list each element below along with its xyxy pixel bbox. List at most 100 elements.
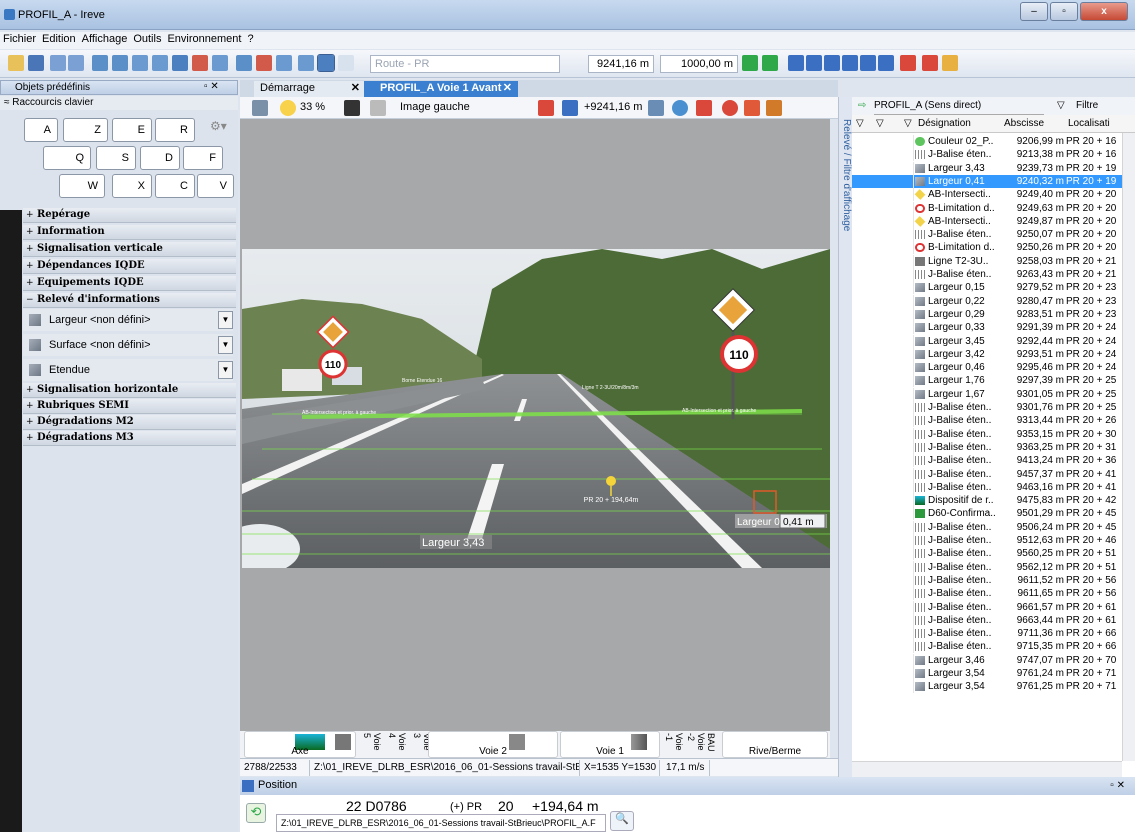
section-1[interactable]: Information <box>23 225 236 240</box>
filter-col-icon-2[interactable]: ▽ <box>876 115 884 132</box>
table-row[interactable]: Largeur 0,46 9295,46 m PR 20 + 24 <box>852 361 1135 375</box>
tool-icon-6[interactable] <box>192 55 208 71</box>
table-row[interactable]: Largeur 0,29 9283,51 m PR 20 + 23 <box>852 307 1135 321</box>
lane-voie5[interactable]: Voie 5 <box>362 733 382 758</box>
redo-icon[interactable] <box>68 55 84 71</box>
tool-icon-1[interactable] <box>92 55 108 71</box>
vertical-scrollbar[interactable] <box>1122 133 1135 761</box>
panel-pin-close[interactable]: ▫ ✕ <box>204 81 219 92</box>
filter-strip[interactable]: Relevé / Filtre d'affichage <box>838 97 852 777</box>
releve-item-0[interactable]: Largeur <non défini> ▼ <box>23 309 233 331</box>
angle-icon[interactable] <box>766 100 782 116</box>
key-x[interactable]: X <box>112 174 152 198</box>
lane-voie1[interactable]: Voie 1 <box>560 731 660 758</box>
maximize-button[interactable]: ▫ <box>1050 2 1078 21</box>
contrast-icon[interactable] <box>344 100 360 116</box>
table-row[interactable]: B-Limitation d.. 9250,26 m PR 20 + 20 <box>852 241 1135 255</box>
section-3[interactable]: Dépendances IQDE <box>23 259 236 274</box>
table-row[interactable]: J-Balise éten.. 9301,76 m PR 20 + 25 <box>852 401 1135 414</box>
menu-environnement[interactable]: Environnement <box>164 32 244 46</box>
filter-col-icon[interactable]: ▽ <box>856 115 864 132</box>
table-row[interactable]: J-Balise éten.. 9611,65 m PR 20 + 56 <box>852 587 1135 601</box>
next-icon[interactable] <box>842 55 858 71</box>
lane-voie-m2[interactable]: Voie -2 <box>686 733 706 758</box>
section-bottom-2[interactable]: Dégradations M2 <box>23 415 236 430</box>
table-row[interactable]: J-Balise éten.. 9213,38 m PR 20 + 16 <box>852 148 1135 162</box>
shortcuts-header[interactable]: ≈ Raccourcis clavier <box>0 96 238 110</box>
key-v[interactable]: V <box>197 174 234 198</box>
tool-icon-5[interactable] <box>172 55 188 71</box>
distance-field[interactable]: 9241,16 m <box>588 55 654 73</box>
profile-select[interactable]: PROFIL_A (Sens direct) <box>874 97 1044 115</box>
table-row[interactable]: Largeur 1,76 9297,39 m PR 20 + 25 <box>852 374 1135 388</box>
table-row[interactable]: Largeur 0,41 9240,32 m PR 20 + 19 <box>852 174 1135 189</box>
menu-edition[interactable]: Edition <box>39 32 79 46</box>
col-designation[interactable]: Désignation <box>918 115 971 132</box>
record-icon[interactable] <box>722 100 738 116</box>
releve-item-1[interactable]: Surface <non défini> ▼ <box>23 334 233 356</box>
zoom-level[interactable]: 33 % <box>300 101 325 113</box>
road-photo[interactable]: 110 110 Borne Etendue 16 Ligne T 2-3U/20… <box>242 249 830 568</box>
section-bottom-0[interactable]: Signalisation horizontale <box>23 383 236 398</box>
table-row[interactable]: J-Balise éten.. 9263,43 m PR 20 + 21 <box>852 268 1135 281</box>
table-row[interactable]: J-Balise éten.. 9457,37 m PR 20 + 41 <box>852 467 1135 481</box>
menu-help[interactable]: ? <box>244 32 256 46</box>
section-4[interactable]: Equipements IQDE <box>23 276 236 291</box>
tab-profil-a[interactable]: PROFIL_A Voie 1 Avant ✕ <box>364 81 518 97</box>
chevron-down-icon[interactable]: ▼ <box>218 361 233 379</box>
lane-axe[interactable]: Axe <box>244 731 356 758</box>
key-a[interactable]: A <box>24 118 58 142</box>
table-row[interactable]: J-Balise éten.. 9250,07 m PR 20 + 20 <box>852 228 1135 242</box>
menu-outils[interactable]: Outils <box>130 32 164 46</box>
table-row[interactable]: J-Balise éten.. 9512,63 m PR 20 + 46 <box>852 534 1135 547</box>
layout-icon[interactable] <box>252 100 268 116</box>
table-row[interactable]: Largeur 1,67 9301,05 m PR 20 + 25 <box>852 387 1135 401</box>
chevron-down-icon[interactable]: ▼ <box>218 311 233 329</box>
table-row[interactable]: Largeur 3,46 9747,07 m PR 20 + 70 <box>852 653 1135 667</box>
table-row[interactable]: J-Balise éten.. 9313,44 m PR 20 + 26 <box>852 414 1135 428</box>
tool-icon-12[interactable] <box>317 54 335 72</box>
table-row[interactable]: Largeur 3,54 9761,24 m PR 20 + 71 <box>852 667 1135 680</box>
measure-icon[interactable] <box>562 100 578 116</box>
pr-marker[interactable] <box>606 476 616 486</box>
lane-voie4[interactable]: Voie 4 <box>387 733 407 758</box>
close-button[interactable]: x <box>1080 2 1128 21</box>
table-row[interactable]: J-Balise éten.. 9413,24 m PR 20 + 36 <box>852 454 1135 468</box>
col-abscisse[interactable]: Abscisse <box>1004 115 1044 132</box>
save-icon[interactable] <box>28 55 44 71</box>
tool-icon-10[interactable] <box>276 55 292 71</box>
open-icon[interactable] <box>8 55 24 71</box>
gear-icon[interactable]: ⚙▾ <box>210 119 230 137</box>
table-row[interactable]: Largeur 3,45 9292,44 m PR 20 + 24 <box>852 334 1135 348</box>
tool-a-icon[interactable] <box>648 100 664 116</box>
horizontal-scrollbar[interactable] <box>852 761 1122 777</box>
table-row[interactable]: J-Balise éten.. 9463,16 m PR 20 + 41 <box>852 480 1135 494</box>
image-select-icon[interactable] <box>370 100 386 116</box>
tool-icon-11[interactable] <box>298 55 314 71</box>
globe-icon[interactable] <box>672 100 688 116</box>
tool-icon-8[interactable] <box>236 55 252 71</box>
filter-icon[interactable]: ▽ <box>1057 97 1065 114</box>
table-row[interactable]: B-Limitation d.. 9249,63 m PR 20 + 20 <box>852 201 1135 215</box>
first-icon[interactable] <box>788 55 804 71</box>
draw-icon[interactable] <box>744 100 760 116</box>
table-row[interactable]: J-Balise éten.. 9661,57 m PR 20 + 61 <box>852 600 1135 614</box>
minimize-button[interactable]: – <box>1020 2 1048 21</box>
prev-fast-icon[interactable] <box>806 55 822 71</box>
table-row[interactable]: Couleur 02_P.. 9206,99 m PR 20 + 16 <box>852 135 1135 148</box>
table-row[interactable]: Largeur 3,42 9293,51 m PR 20 + 24 <box>852 347 1135 361</box>
key-c[interactable]: C <box>155 174 195 198</box>
filter-col-icon-3[interactable]: ▽ <box>904 115 912 132</box>
section-0[interactable]: Repérage <box>23 208 236 223</box>
section-5[interactable]: Relevé d'informations <box>23 293 236 308</box>
section-bottom-3[interactable]: Dégradations M3 <box>23 431 236 446</box>
record-back-icon[interactable] <box>900 55 916 71</box>
key-r[interactable]: R <box>155 118 195 142</box>
tool-icon-4[interactable] <box>152 55 168 71</box>
table-row[interactable]: Largeur 0,33 9291,39 m PR 20 + 24 <box>852 321 1135 335</box>
lane-bau[interactable]: BAU <box>706 733 716 752</box>
image-select[interactable]: Image gauche <box>400 101 470 113</box>
key-d[interactable]: D <box>140 146 180 170</box>
tool-icon-7[interactable] <box>212 55 228 71</box>
table-row[interactable]: J-Balise éten.. 9611,52 m PR 20 + 56 <box>852 573 1135 587</box>
